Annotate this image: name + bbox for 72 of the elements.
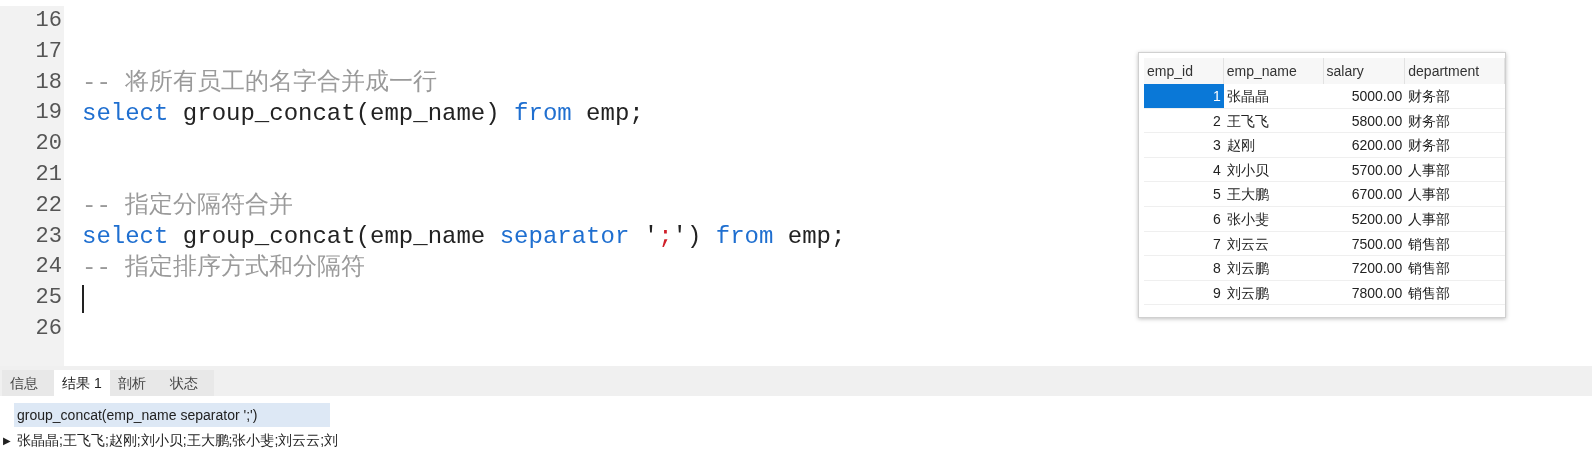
code-token: select [82,98,169,129]
column-header[interactable]: department [1405,58,1505,84]
line-number: 16 [34,7,63,35]
code-token: ') [672,222,703,252]
table-cell-text: 人事部 [1407,209,1452,229]
table-cell-text: 5800.00 [1350,111,1404,131]
column-header[interactable]: salary [1323,58,1406,84]
table-cell-text: 9 [1212,283,1222,303]
table-cell-text: 5700.00 [1350,160,1404,180]
code-token: group_concat(emp_name) [181,98,501,129]
code-token: from [715,222,774,252]
line-number: 22 [34,191,63,220]
table-cell-text: 销售部 [1407,283,1452,303]
table-cell-text: 7500.00 [1350,234,1404,254]
result-tab[interactable]: 信息 [2,370,54,396]
table-cell-text: 张晶晶 [1225,87,1270,106]
code-token: select [82,222,169,252]
table-cell-text: 3 [1212,136,1222,156]
code-token: separator [499,222,630,252]
result-tab[interactable]: 剖析 [109,370,162,396]
row-marker: ▶ [2,433,12,448]
code-comment: -- 指定排序方式和分隔符 [82,252,366,283]
table-cell-text: 销售部 [1407,259,1452,279]
table-cell-text: 王大鹏 [1225,185,1270,205]
line-number: 19 [34,99,63,128]
code-comment: -- 将所有员工的名字合并成一行 [82,67,438,98]
code-token: from [514,98,572,129]
table-cell-text: 5000.00 [1350,87,1404,106]
table-cell-text: 6700.00 [1350,185,1404,205]
table-cell-text: 刘云鹏 [1225,259,1270,279]
table-cell-text: 刘小贝 [1225,160,1270,180]
table-cell-text: 赵刚 [1225,136,1256,156]
line-number: 26 [34,314,63,343]
table-cell-text: 5 [1212,185,1222,205]
table-cell-text: 8 [1212,259,1222,279]
table-cell: 1 [1144,84,1224,108]
line-number: 20 [34,130,63,159]
table-cell-text: 刘云鹏 [1225,283,1270,303]
table-cell-text: 人事部 [1407,185,1452,205]
result-cell-text: 张晶晶;王飞飞;赵刚;刘小贝;王大鹏;张小斐;刘云云;刘 [16,430,340,450]
column-header[interactable]: emp_name [1223,58,1324,84]
result-tab[interactable]: 状态 [161,370,214,396]
code-token: group_concat(emp_name [181,222,487,252]
table-cell-text: 财务部 [1407,136,1452,156]
table-cell-text: 6200.00 [1350,136,1404,156]
table-cell-text: 销售部 [1407,234,1452,254]
code-token: ; [658,222,673,252]
table-cell-text: 财务部 [1407,87,1452,106]
table-cell-text: 人事部 [1407,160,1452,180]
table-cell-text: 4 [1212,160,1222,180]
result-tab[interactable]: 结果 1 [54,370,110,396]
code-token: ' [642,222,659,252]
table-cell-text: 5200.00 [1350,209,1404,229]
table-cell-text: 刘云云 [1225,234,1270,254]
table-cell-text: 张小斐 [1225,209,1270,229]
table-cell-text: 财务部 [1407,111,1452,131]
line-number: 23 [34,222,63,251]
table-cell-text: 7800.00 [1350,283,1404,303]
table-cell-text: 7200.00 [1350,259,1404,279]
table-cell-text: 2 [1212,111,1222,131]
line-number: 25 [34,284,63,313]
table-cell-text: 6 [1212,209,1222,229]
line-number: 24 [34,253,63,282]
code-comment: -- 指定分隔符合并 [82,191,294,222]
line-number: 21 [34,161,63,189]
line-number: 18 [34,68,63,97]
table-cell-text: 王飞飞 [1225,111,1270,131]
table-cell-text: 7 [1212,234,1222,254]
line-number: 17 [34,37,63,66]
code-token: emp; [786,222,846,252]
code-token: emp; [585,98,644,129]
result-column-header: group_concat(emp_name separator ';') [14,403,330,427]
